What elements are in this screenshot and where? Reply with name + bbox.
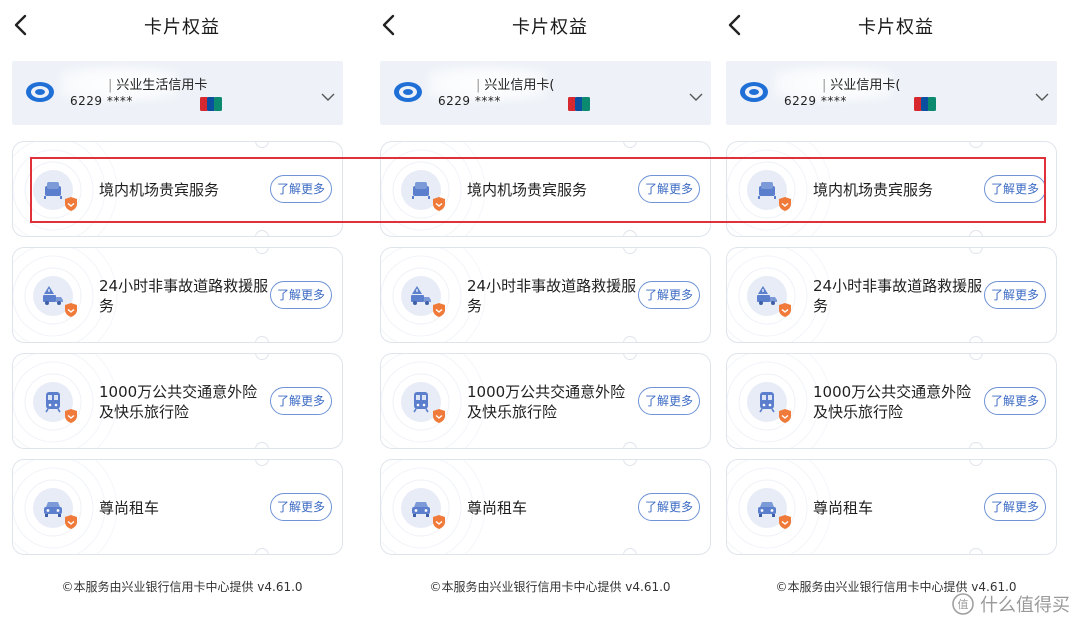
footer-text: ©本服务由兴业银行信用卡中心提供 v4.61.0 <box>429 580 671 594</box>
benefit-shield-badge-icon <box>777 196 793 212</box>
learn-more-button[interactable]: 了解更多 <box>270 281 332 309</box>
page-title: 卡片权益 <box>512 17 588 38</box>
watermark-logo-icon: 值 <box>952 593 974 615</box>
benefit-title: 24小时非事故道路救援服务 <box>467 277 637 315</box>
benefit-card[interactable]: 尊尚租车 了解更多 <box>380 459 711 555</box>
learn-more-button[interactable]: 了解更多 <box>984 281 1046 309</box>
card-name: | 兴业信用卡( <box>476 78 555 93</box>
learn-more-button[interactable]: 了解更多 <box>270 493 332 521</box>
benefit-card[interactable]: 尊尚租车 了解更多 <box>726 459 1057 555</box>
benefits-screen-1: 卡片权益 | 兴业生活信用卡 6229 **** 境内机场贵宾服务 了解更多 2… <box>10 0 354 627</box>
card-selector[interactable]: | 兴业信用卡( 6229 **** <box>380 61 711 125</box>
benefit-shield-badge-icon <box>63 514 79 530</box>
footer-text: ©本服务由兴业银行信用卡中心提供 v4.61.0 <box>61 580 303 594</box>
benefit-card[interactable]: 尊尚租车 了解更多 <box>12 459 343 555</box>
benefit-card[interactable]: 境内机场贵宾服务 了解更多 <box>380 141 711 237</box>
unionpay-logo-icon <box>568 96 590 111</box>
benefits-screen-2: 卡片权益 | 兴业信用卡( 6229 **** 境内机场贵宾服务 了解更多 24… <box>378 0 722 627</box>
card-selector[interactable]: | 兴业信用卡( 6229 **** <box>726 61 1057 125</box>
airport-lounge-seat-icon <box>747 170 791 211</box>
car-icon <box>401 488 445 529</box>
airport-lounge-seat-icon <box>401 170 445 211</box>
page-title: 卡片权益 <box>144 17 220 38</box>
card-name: | 兴业信用卡( <box>822 78 901 93</box>
benefit-title: 1000万公共交通意外险及快乐旅行险 <box>467 383 626 421</box>
watermark-text: 什么值得买 <box>980 595 1070 616</box>
nav-bar: 卡片权益 <box>378 0 722 50</box>
car-icon <box>747 488 791 529</box>
learn-more-button[interactable]: 了解更多 <box>984 175 1046 203</box>
benefit-title: 1000万公共交通意外险及快乐旅行险 <box>99 383 258 421</box>
benefit-card[interactable]: 境内机场贵宾服务 了解更多 <box>726 141 1057 237</box>
learn-more-button[interactable]: 了解更多 <box>638 387 700 415</box>
learn-more-button[interactable]: 了解更多 <box>270 387 332 415</box>
benefit-card[interactable]: 24小时非事故道路救援服务 了解更多 <box>12 247 343 343</box>
nav-bar: 卡片权益 <box>10 0 354 50</box>
card-number: 6229 **** <box>70 94 133 108</box>
benefit-title: 24小时非事故道路救援服务 <box>99 277 269 315</box>
benefit-shield-badge-icon <box>63 302 79 318</box>
cib-bank-logo-icon <box>739 81 769 103</box>
benefit-shield-badge-icon <box>431 408 447 424</box>
card-selector[interactable]: | 兴业生活信用卡 6229 **** <box>12 61 343 125</box>
chevron-down-icon[interactable] <box>689 87 703 101</box>
watermark: 值 什么值得买 <box>952 591 1070 617</box>
svg-text:值: 值 <box>958 598 969 611</box>
benefit-shield-badge-icon <box>431 196 447 212</box>
benefit-card[interactable]: 境内机场贵宾服务 了解更多 <box>12 141 343 237</box>
benefit-shield-badge-icon <box>777 408 793 424</box>
learn-more-button[interactable]: 了解更多 <box>984 493 1046 521</box>
benefit-title: 境内机场贵宾服务 <box>99 181 220 199</box>
cib-bank-logo-icon <box>393 81 423 103</box>
airport-lounge-seat-icon <box>33 170 77 211</box>
benefit-card[interactable]: 1000万公共交通意外险及快乐旅行险 了解更多 <box>726 353 1057 449</box>
card-number: 6229 **** <box>784 94 847 108</box>
nav-bar: 卡片权益 <box>724 0 1068 50</box>
benefit-title: 尊尚租车 <box>99 499 160 517</box>
chevron-down-icon[interactable] <box>321 87 335 101</box>
benefit-shield-badge-icon <box>63 196 79 212</box>
benefit-shield-badge-icon <box>777 514 793 530</box>
train-icon <box>33 382 77 423</box>
card-number: 6229 **** <box>438 94 501 108</box>
benefit-shield-badge-icon <box>431 514 447 530</box>
road-rescue-truck-icon <box>747 276 791 317</box>
benefit-card[interactable]: 24小时非事故道路救援服务 了解更多 <box>380 247 711 343</box>
benefit-shield-badge-icon <box>63 408 79 424</box>
chevron-down-icon[interactable] <box>1035 87 1049 101</box>
learn-more-button[interactable]: 了解更多 <box>984 387 1046 415</box>
train-icon <box>401 382 445 423</box>
unionpay-logo-icon <box>200 96 222 111</box>
benefit-title: 尊尚租车 <box>813 499 874 517</box>
page-title: 卡片权益 <box>858 17 934 38</box>
road-rescue-truck-icon <box>33 276 77 317</box>
train-icon <box>747 382 791 423</box>
learn-more-button[interactable]: 了解更多 <box>270 175 332 203</box>
benefit-card[interactable]: 1000万公共交通意外险及快乐旅行险 了解更多 <box>380 353 711 449</box>
benefit-title: 境内机场贵宾服务 <box>467 181 588 199</box>
card-name: | 兴业生活信用卡 <box>108 78 208 93</box>
benefit-title: 1000万公共交通意外险及快乐旅行险 <box>813 383 972 421</box>
benefits-screen-3: 卡片权益 | 兴业信用卡( 6229 **** 境内机场贵宾服务 了解更多 24… <box>724 0 1068 627</box>
unionpay-logo-icon <box>914 96 936 111</box>
benefit-title: 24小时非事故道路救援服务 <box>813 277 983 315</box>
cib-bank-logo-icon <box>25 81 55 103</box>
benefit-card[interactable]: 24小时非事故道路救援服务 了解更多 <box>726 247 1057 343</box>
benefit-title: 尊尚租车 <box>467 499 528 517</box>
road-rescue-truck-icon <box>401 276 445 317</box>
car-icon <box>33 488 77 529</box>
benefit-card[interactable]: 1000万公共交通意外险及快乐旅行险 了解更多 <box>12 353 343 449</box>
benefit-shield-badge-icon <box>777 302 793 318</box>
benefit-title: 境内机场贵宾服务 <box>813 181 934 199</box>
learn-more-button[interactable]: 了解更多 <box>638 281 700 309</box>
learn-more-button[interactable]: 了解更多 <box>638 175 700 203</box>
benefit-shield-badge-icon <box>431 302 447 318</box>
learn-more-button[interactable]: 了解更多 <box>638 493 700 521</box>
